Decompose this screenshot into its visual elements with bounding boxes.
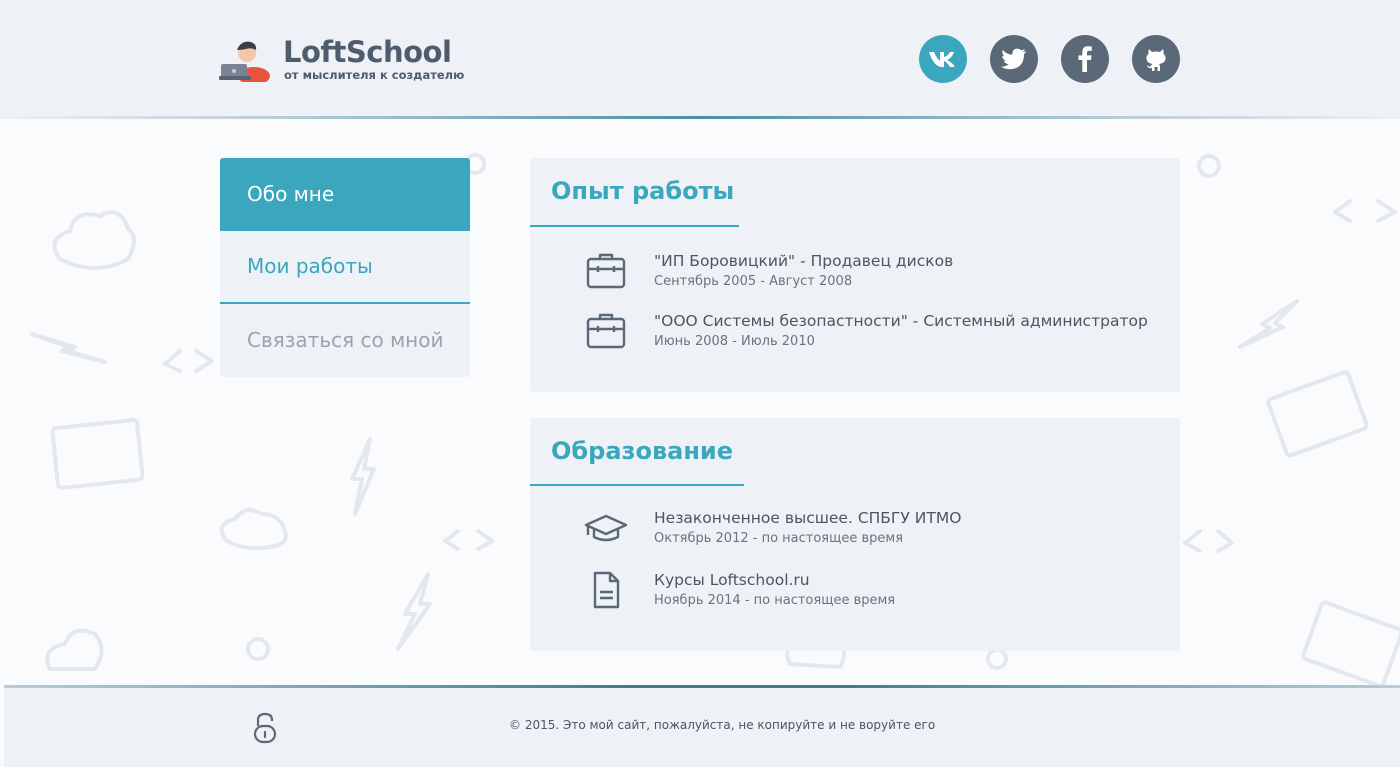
education-title-underline — [530, 484, 744, 486]
cloud-icon — [45, 628, 104, 671]
cloud-icon — [52, 210, 136, 270]
code-icon — [1183, 529, 1234, 553]
logo-subtitle: от мыслителя к создателю — [284, 68, 465, 82]
twitter-link[interactable] — [990, 35, 1038, 83]
lightning-icon — [396, 572, 432, 651]
logo[interactable]: LoftSchool от мыслителя к создателю — [219, 35, 469, 82]
document-icon — [593, 571, 620, 609]
experience-title: Опыт работы — [551, 177, 735, 205]
experience-entry-title: "ООО Системы безопастности" - Системный … — [654, 312, 1148, 330]
education-card: Образование Незаконченное высшее. СПБГУ … — [530, 418, 1180, 651]
code-icon — [1333, 199, 1397, 223]
github-link[interactable] — [1132, 35, 1180, 83]
monitor-icon — [1266, 370, 1369, 458]
experience-title-underline — [530, 225, 739, 227]
code-icon — [163, 349, 214, 373]
experience-entry-date: Сентябрь 2005 - Август 2008 — [654, 274, 853, 289]
education-entry: Курсы Loftschool.ru Ноябрь 2014 - по нас… — [530, 570, 1180, 620]
gear-icon — [1197, 154, 1221, 178]
facebook-icon — [1078, 46, 1092, 72]
education-entry-date: Ноябрь 2014 - по настоящее время — [654, 593, 896, 608]
code-icon — [443, 529, 494, 551]
site-footer: © 2015. Это мой сайт, пожалуйста, не коп… — [4, 688, 1400, 767]
experience-entry-date: Июнь 2008 - Июль 2010 — [654, 334, 815, 349]
experience-card: Опыт работы "ИП Боровицкий" - Продавец д… — [530, 158, 1180, 392]
twitter-icon — [1001, 48, 1026, 70]
experience-entry-title: "ИП Боровицкий" - Продавец дисков — [654, 252, 954, 270]
education-entry-date: Октябрь 2012 - по настоящее время — [654, 531, 904, 546]
lightning-icon — [30, 332, 107, 364]
facebook-link[interactable] — [1061, 35, 1109, 83]
vk-link[interactable] — [919, 35, 967, 83]
nav-item-about[interactable]: Обо мне — [220, 158, 470, 231]
monitor-icon — [50, 418, 145, 490]
header-divider — [0, 116, 1400, 119]
lightning-icon — [1238, 299, 1299, 349]
copyright-text: © 2015. Это мой сайт, пожалуйста, не коп… — [509, 718, 936, 732]
education-entry-title: Незаконченное высшее. СПБГУ ИТМО — [654, 509, 962, 527]
graduation-cap-icon — [584, 514, 628, 542]
nav-item-contact[interactable]: Связаться со мной — [220, 304, 470, 377]
lock-icon — [253, 712, 277, 744]
mascot-icon — [219, 41, 270, 82]
briefcase-icon — [586, 253, 626, 289]
sidebar-nav: Обо мне Мои работы Связаться со мной — [220, 158, 470, 377]
experience-entry: "ИП Боровицкий" - Продавец дисков Сентяб… — [530, 251, 1180, 301]
github-icon — [1146, 49, 1166, 71]
vk-icon — [929, 52, 955, 67]
education-title: Образование — [551, 437, 734, 465]
briefcase-icon — [586, 313, 626, 349]
gear-icon — [246, 637, 270, 661]
education-entry: Незаконченное высшее. СПБГУ ИТМО Октябрь… — [530, 508, 1180, 558]
nav-item-works[interactable]: Мои работы — [220, 231, 470, 302]
lightning-icon — [350, 437, 376, 516]
gear-icon — [986, 648, 1008, 670]
logo-title: LoftSchool — [283, 35, 452, 69]
experience-entry: "ООО Системы безопастности" - Системный … — [530, 311, 1180, 361]
cloud-icon — [219, 508, 288, 550]
monitor-icon — [1301, 600, 1400, 687]
education-entry-title: Курсы Loftschool.ru — [654, 571, 810, 589]
site-header: LoftSchool от мыслителя к создателю — [0, 0, 1400, 116]
